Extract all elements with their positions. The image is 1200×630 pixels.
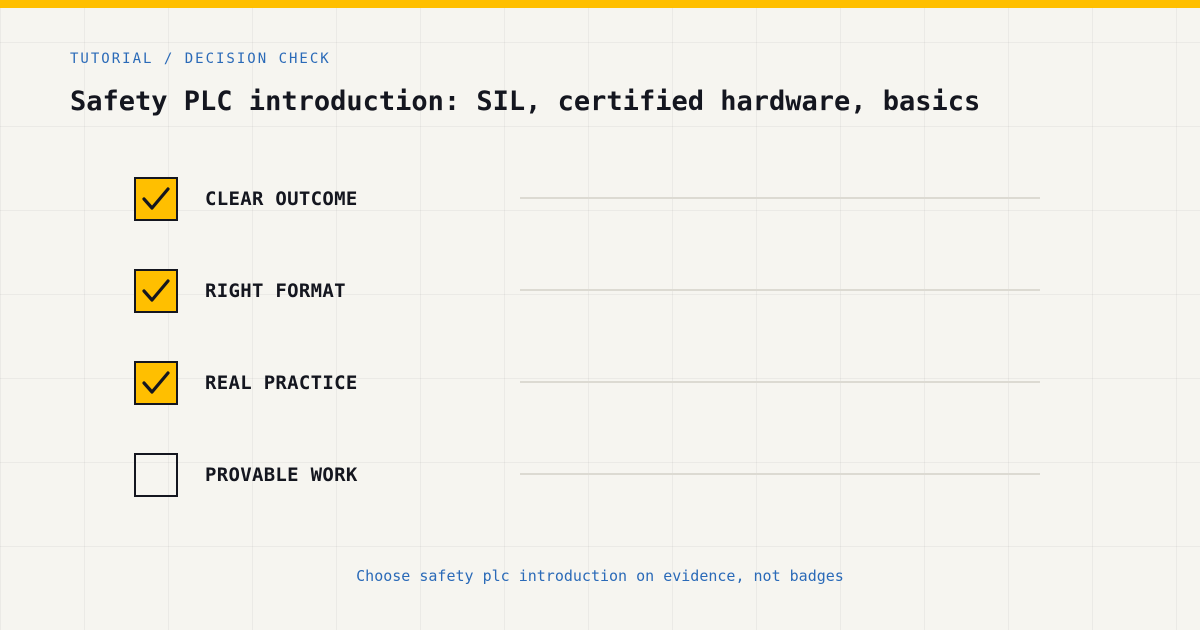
checklist-label: RIGHT FORMAT xyxy=(205,280,346,302)
checkbox-clear-outcome[interactable] xyxy=(134,177,178,221)
checkmark-icon xyxy=(142,279,170,302)
checklist-item-right-format: RIGHT FORMAT xyxy=(134,269,1040,313)
checklist-label: PROVABLE WORK xyxy=(205,464,358,486)
decision-checklist: CLEAR OUTCOME RIGHT FORMAT REAL PRACTICE… xyxy=(0,0,1200,630)
checkbox-real-practice[interactable] xyxy=(134,361,178,405)
checkmark-icon xyxy=(142,371,170,394)
checklist-item-provable-work: PROVABLE WORK xyxy=(134,453,1040,497)
checklist-label: CLEAR OUTCOME xyxy=(205,188,358,210)
divider-line xyxy=(520,381,1040,383)
checkbox-provable-work[interactable] xyxy=(134,453,178,497)
checklist-label: REAL PRACTICE xyxy=(205,372,358,394)
divider-line xyxy=(520,197,1040,199)
footer-note: Choose safety plc introduction on eviden… xyxy=(356,567,844,585)
checkbox-right-format[interactable] xyxy=(134,269,178,313)
divider-line xyxy=(520,473,1040,475)
divider-line xyxy=(520,289,1040,291)
checklist-item-real-practice: REAL PRACTICE xyxy=(134,361,1040,405)
checkmark-icon xyxy=(142,187,170,210)
checklist-item-clear-outcome: CLEAR OUTCOME xyxy=(134,177,1040,221)
